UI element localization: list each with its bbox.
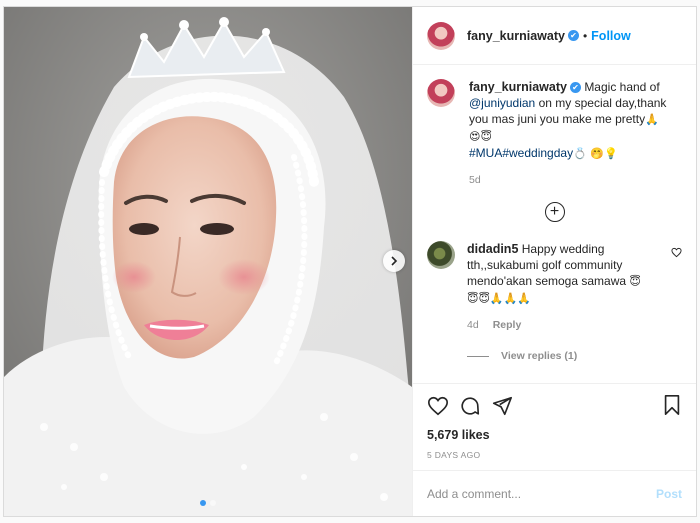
caption-hashtags[interactable]: #MUA#weddingday <box>469 146 573 160</box>
post-actions: 5,679 likes 5 DAYS AGO <box>413 383 696 470</box>
view-replies-line <box>467 355 489 357</box>
comments-section: fany_kurniawaty ✔ Magic hand of @juniyudi… <box>413 65 696 383</box>
verified-badge-icon: ✔ <box>569 82 581 94</box>
caption-mention[interactable]: @juniyudian <box>469 96 535 110</box>
carousel-dot <box>210 500 216 506</box>
add-comment-bar: Post <box>413 470 696 516</box>
post-header: fany_kurniawaty ✔ • Follow <box>413 7 696 65</box>
next-photo-button[interactable] <box>383 250 405 272</box>
caption-author[interactable]: fany_kurniawaty <box>469 80 567 94</box>
caption-text: fany_kurniawaty ✔ Magic hand of @juniyudi… <box>469 79 682 162</box>
bookmark-icon[interactable] <box>662 394 682 416</box>
comment-avatar[interactable] <box>427 241 455 269</box>
caption-emoji-2: 😍😇 <box>469 130 492 143</box>
carousel-dot-active <box>200 500 206 506</box>
author-username[interactable]: fany_kurniawaty <box>467 29 565 43</box>
follow-button[interactable]: Follow <box>591 29 631 43</box>
post-date: 5 DAYS AGO <box>427 450 481 460</box>
caption: fany_kurniawaty ✔ Magic hand of @juniyudi… <box>427 79 682 186</box>
bride-photo <box>4 7 412 516</box>
action-icons <box>427 392 682 420</box>
caption-emoji-1: 🙏 <box>645 113 659 126</box>
reply-button[interactable]: Reply <box>493 319 522 331</box>
heart-icon[interactable] <box>427 395 449 417</box>
post-comment-button[interactable]: Post <box>656 487 682 501</box>
comment-item: didadin5 Happy wedding tth,,sukabumi gol… <box>427 241 682 331</box>
comment-input[interactable] <box>427 486 656 501</box>
caption-body-1: Magic hand of <box>584 80 660 94</box>
share-icon[interactable] <box>491 395 513 417</box>
carousel-indicator <box>4 500 412 506</box>
comment-text: didadin5 Happy wedding tth,,sukabumi gol… <box>467 241 662 307</box>
comment-emoji-1: 😇 <box>629 275 641 288</box>
comment-icon[interactable] <box>459 395 481 417</box>
verified-badge-icon: ✔ <box>567 30 579 41</box>
post-container: fany_kurniawaty ✔ • Follow fany_kurniawa… <box>3 6 697 517</box>
view-replies[interactable]: View replies (1) <box>467 350 682 362</box>
comment-age: 4d <box>467 319 479 331</box>
plus-circle-icon: + <box>544 202 565 222</box>
comment-emoji-2: 😇😇🙏🙏🙏 <box>467 292 532 305</box>
view-replies-label[interactable]: View replies (1) <box>501 350 577 362</box>
author-avatar[interactable] <box>427 21 455 50</box>
comment-author[interactable]: didadin5 <box>467 242 518 256</box>
caption-avatar[interactable] <box>427 79 455 107</box>
comment-meta: 4d Reply <box>467 319 662 331</box>
post-sidebar: fany_kurniawaty ✔ • Follow fany_kurniawa… <box>412 7 696 516</box>
likes-count[interactable]: 5,679 likes <box>427 428 682 442</box>
caption-emoji-3: 💍 🤭💡 <box>573 147 618 160</box>
next-arrow-icon <box>391 256 398 266</box>
caption-age: 5d <box>469 174 481 186</box>
separator-dot: • <box>582 28 588 43</box>
load-more-comments[interactable]: + <box>427 202 682 222</box>
heart-icon[interactable] <box>671 247 682 258</box>
post-photo[interactable] <box>4 7 412 516</box>
